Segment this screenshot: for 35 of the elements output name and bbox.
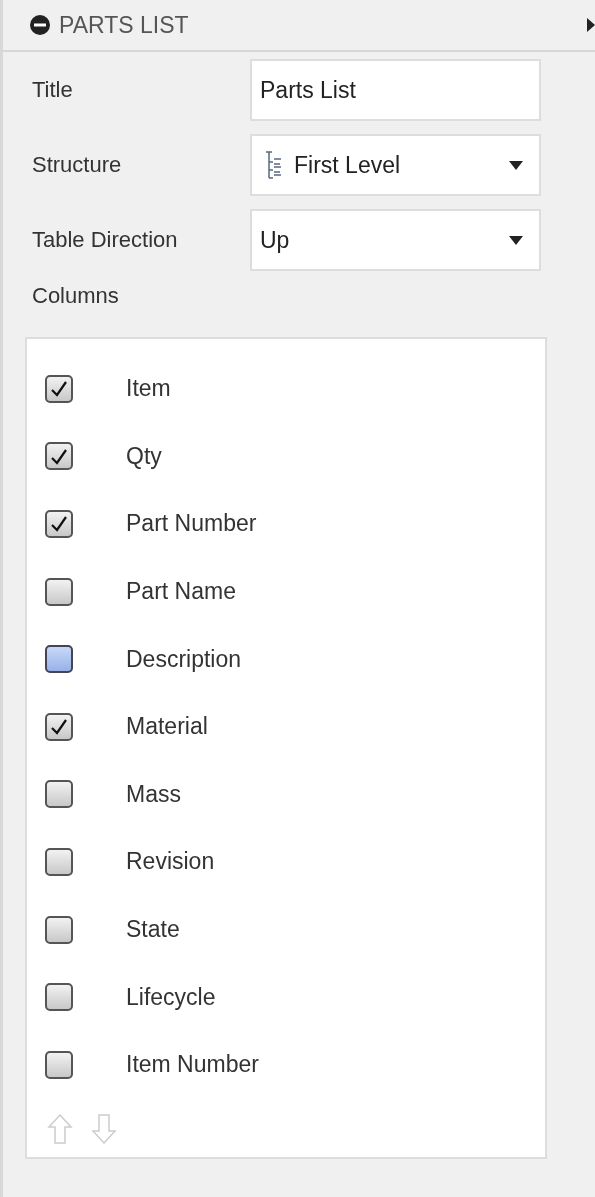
checkbox[interactable] [45,712,73,741]
column-label: State [126,916,180,944]
column-label: Lifecycle [126,983,216,1011]
collapse-icon [29,14,51,36]
checkbox[interactable] [45,510,73,538]
column-label: Description [126,645,242,673]
field-label: Title [32,77,74,103]
column-label: Part Name [126,578,236,606]
checkbox[interactable] [45,1050,73,1079]
checkbox[interactable] [45,780,73,809]
field-label: Structure [32,152,123,178]
column-label: Item Number [126,1051,259,1079]
caret-icon [509,160,523,170]
field-label: Table Direction [32,227,179,253]
tree-structure-icon [264,150,284,180]
checkbox[interactable] [45,847,73,876]
dropdown[interactable]: First Level [250,134,541,196]
column-label: Revision [126,848,215,876]
checkbox[interactable] [45,983,73,1012]
checkbox[interactable] [45,374,73,403]
checkbox[interactable] [45,915,73,944]
checkbox[interactable] [45,645,73,674]
panel-header[interactable]: PARTS LIST [29,11,189,39]
column-label: Part Number [126,510,257,538]
caret-icon [509,235,523,245]
column-label: Item [126,375,171,403]
checkbox[interactable] [45,577,73,606]
dropdown[interactable]: Up [250,209,541,271]
column-label: Mass [126,780,181,808]
checkbox[interactable] [45,442,73,471]
column-label: Qty [126,442,162,470]
input-field[interactable]: Parts List [250,59,541,121]
column-label: Material [126,713,208,741]
triangle-right-icon [587,18,595,32]
section-label: Columns [31,283,120,310]
